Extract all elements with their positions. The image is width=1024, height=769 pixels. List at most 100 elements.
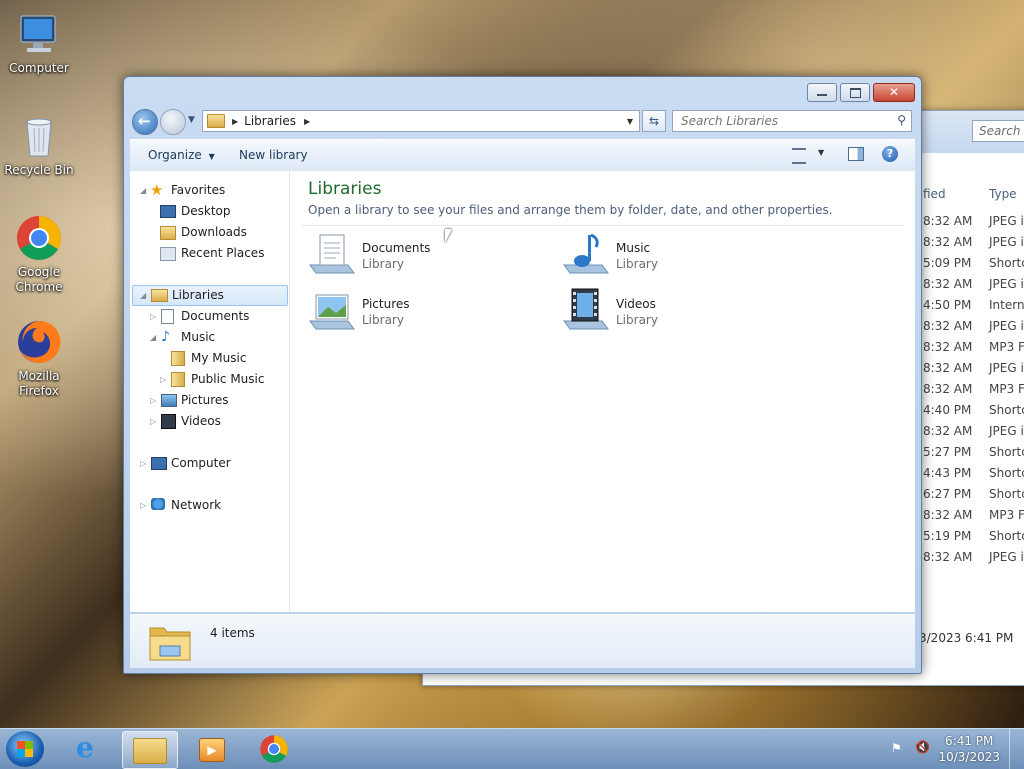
background-file-row[interactable]: 5:27 PM Shortc [923,442,1024,463]
taskbar-windows-explorer[interactable] [122,731,178,769]
nav-item-computer[interactable]: ▷ Computer [130,454,288,473]
background-file-row[interactable]: 8:32 AM JPEG in [923,232,1024,253]
file-type: Shortc [989,403,1024,417]
column-header-type[interactable]: Type [989,187,1017,201]
library-tile-documents[interactable]: Documents Library [308,231,548,281]
background-file-row[interactable]: 8:32 AM JPEG in [923,547,1024,568]
background-file-row[interactable]: 8:32 AM MP3 Fo [923,337,1024,358]
background-file-row[interactable]: 4:43 PM Shortc [923,463,1024,484]
start-button[interactable] [6,731,44,767]
background-file-row[interactable]: 4:50 PM Interne [923,295,1024,316]
file-type: Shortc [989,445,1024,459]
forward-button[interactable] [160,109,186,135]
collapse-arrow-icon[interactable]: ▷ [140,454,150,473]
file-modified-time: 4:50 PM [923,298,972,312]
item-count: 4 items [210,626,255,640]
maximize-button[interactable] [840,83,870,102]
file-type: JPEG in [989,235,1024,249]
new-library-button[interactable]: New library [239,148,308,162]
library-tile-videos[interactable]: Videos Library [562,287,802,337]
expand-arrow-icon[interactable]: ◢ [140,181,150,200]
library-name: Pictures [362,297,410,311]
nav-item-pictures[interactable]: ▷ Pictures [130,391,288,410]
background-file-row[interactable]: 8:32 AM MP3 Fo [923,505,1024,526]
close-button[interactable]: ✕ [873,83,915,102]
navigation-pane[interactable]: ◢ ★ Favorites Desktop Downloads Recent P… [130,171,290,612]
address-dropdown-icon[interactable]: ▼ [627,117,633,126]
file-type: JPEG in [989,214,1024,228]
background-file-row[interactable]: 8:32 AM JPEG in [923,358,1024,379]
nav-item-documents[interactable]: ▷ Documents [130,307,288,326]
file-type: Shortc [989,529,1024,543]
library-tile-music[interactable]: Music Library [562,231,802,281]
back-button[interactable]: ← [132,109,158,135]
desktop-icon-mozilla-firefox[interactable]: Mozilla Firefox [1,318,77,399]
background-file-row[interactable]: 4:40 PM Shortc [923,400,1024,421]
nav-item-videos[interactable]: ▷ Videos [130,412,288,431]
breadcrumb-libraries[interactable]: Libraries [244,114,296,128]
file-type: Interne [989,298,1024,312]
breadcrumb-separator-icon[interactable]: ▶ [232,117,238,126]
desktop-icon-recycle-bin[interactable]: Recycle Bin [1,112,77,178]
nav-item-network[interactable]: ▷ Network [130,496,288,515]
nav-item-desktop[interactable]: Desktop [130,202,288,221]
nav-item-music[interactable]: ◢ ♪ Music [130,328,288,347]
desktop-icon-computer[interactable]: Computer [1,10,77,76]
help-button[interactable]: ? [882,146,898,162]
nav-item-favorites[interactable]: ◢ ★ Favorites [130,181,288,200]
file-type: Shortc [989,466,1024,480]
page-title: Libraries [308,179,382,199]
background-file-row[interactable]: 5:19 PM Shortc [923,526,1024,547]
action-center-flag-icon[interactable]: ⚑ [891,741,905,755]
nav-item-my-music[interactable]: My Music [130,349,288,368]
background-file-row[interactable]: 8:32 AM MP3 Fo [923,379,1024,400]
nav-item-public-music[interactable]: ▷ Public Music [130,370,288,389]
search-box[interactable]: ⚲ [672,110,912,132]
background-search-field[interactable]: Search D [972,120,1024,142]
change-view-button[interactable]: ▼ [792,147,828,164]
recent-pages-chevron-icon[interactable]: ▼ [188,115,195,125]
background-file-row[interactable]: 6:27 PM Shortc [923,484,1024,505]
file-type: MP3 Fo [989,340,1024,354]
breadcrumb-separator-icon[interactable]: ▶ [304,117,310,126]
background-file-row[interactable]: 8:32 AM JPEG in [923,211,1024,232]
search-icon[interactable]: ⚲ [897,113,906,127]
volume-muted-icon[interactable]: 🔇 [915,740,931,756]
taskbar-internet-explorer[interactable]: e [64,731,118,767]
nav-item-downloads[interactable]: Downloads [130,223,288,242]
background-file-row[interactable]: 8:32 AM JPEG in [923,421,1024,442]
explorer-window[interactable]: ✕ ← ▼ ▶ Libraries ▶ ▼ ⇆ ⚲ Organize ▼ New… [123,76,922,674]
file-modified-time: 8:32 AM [923,340,973,354]
expand-arrow-icon[interactable]: ◢ [150,328,160,347]
file-type: Shortc [989,487,1024,501]
collapse-arrow-icon[interactable]: ▷ [150,307,160,326]
library-tile-pictures[interactable]: Pictures Library [308,287,548,337]
collapse-arrow-icon[interactable]: ▷ [150,391,160,410]
collapse-arrow-icon[interactable]: ▷ [150,412,160,431]
library-name: Music [616,241,651,255]
taskbar-google-chrome[interactable] [248,731,302,767]
collapse-arrow-icon[interactable]: ▷ [140,496,150,515]
background-file-row[interactable]: 8:32 AM JPEG in [923,274,1024,295]
address-bar[interactable]: ▶ Libraries ▶ ▼ [202,110,640,132]
system-clock[interactable]: 6:41 PM 10/3/2023 [938,733,1000,765]
minimize-button[interactable] [807,83,837,102]
desktop-icon-label: Mozilla Firefox [18,369,60,398]
refresh-button[interactable]: ⇆ [642,110,666,132]
music-note-icon: ♪ [161,329,170,345]
show-desktop-button[interactable] [1009,729,1024,769]
library-type: Library [362,257,404,271]
collapse-arrow-icon[interactable]: ▷ [160,370,170,389]
taskbar-media-player[interactable]: ▶ [185,731,239,767]
nav-item-libraries[interactable]: ◢ Libraries [132,285,288,306]
folder-icon [171,372,185,387]
preview-pane-button[interactable] [848,147,864,161]
search-input[interactable] [679,113,883,129]
column-header-modified[interactable]: fied [923,187,946,201]
nav-item-recent-places[interactable]: Recent Places [130,244,288,263]
expand-arrow-icon[interactable]: ◢ [140,286,150,305]
background-file-row[interactable]: 8:32 AM JPEG in [923,316,1024,337]
organize-button[interactable]: Organize ▼ [148,148,215,162]
desktop-icon-google-chrome[interactable]: Google Chrome [1,214,77,295]
background-file-row[interactable]: 5:09 PM Shortc [923,253,1024,274]
